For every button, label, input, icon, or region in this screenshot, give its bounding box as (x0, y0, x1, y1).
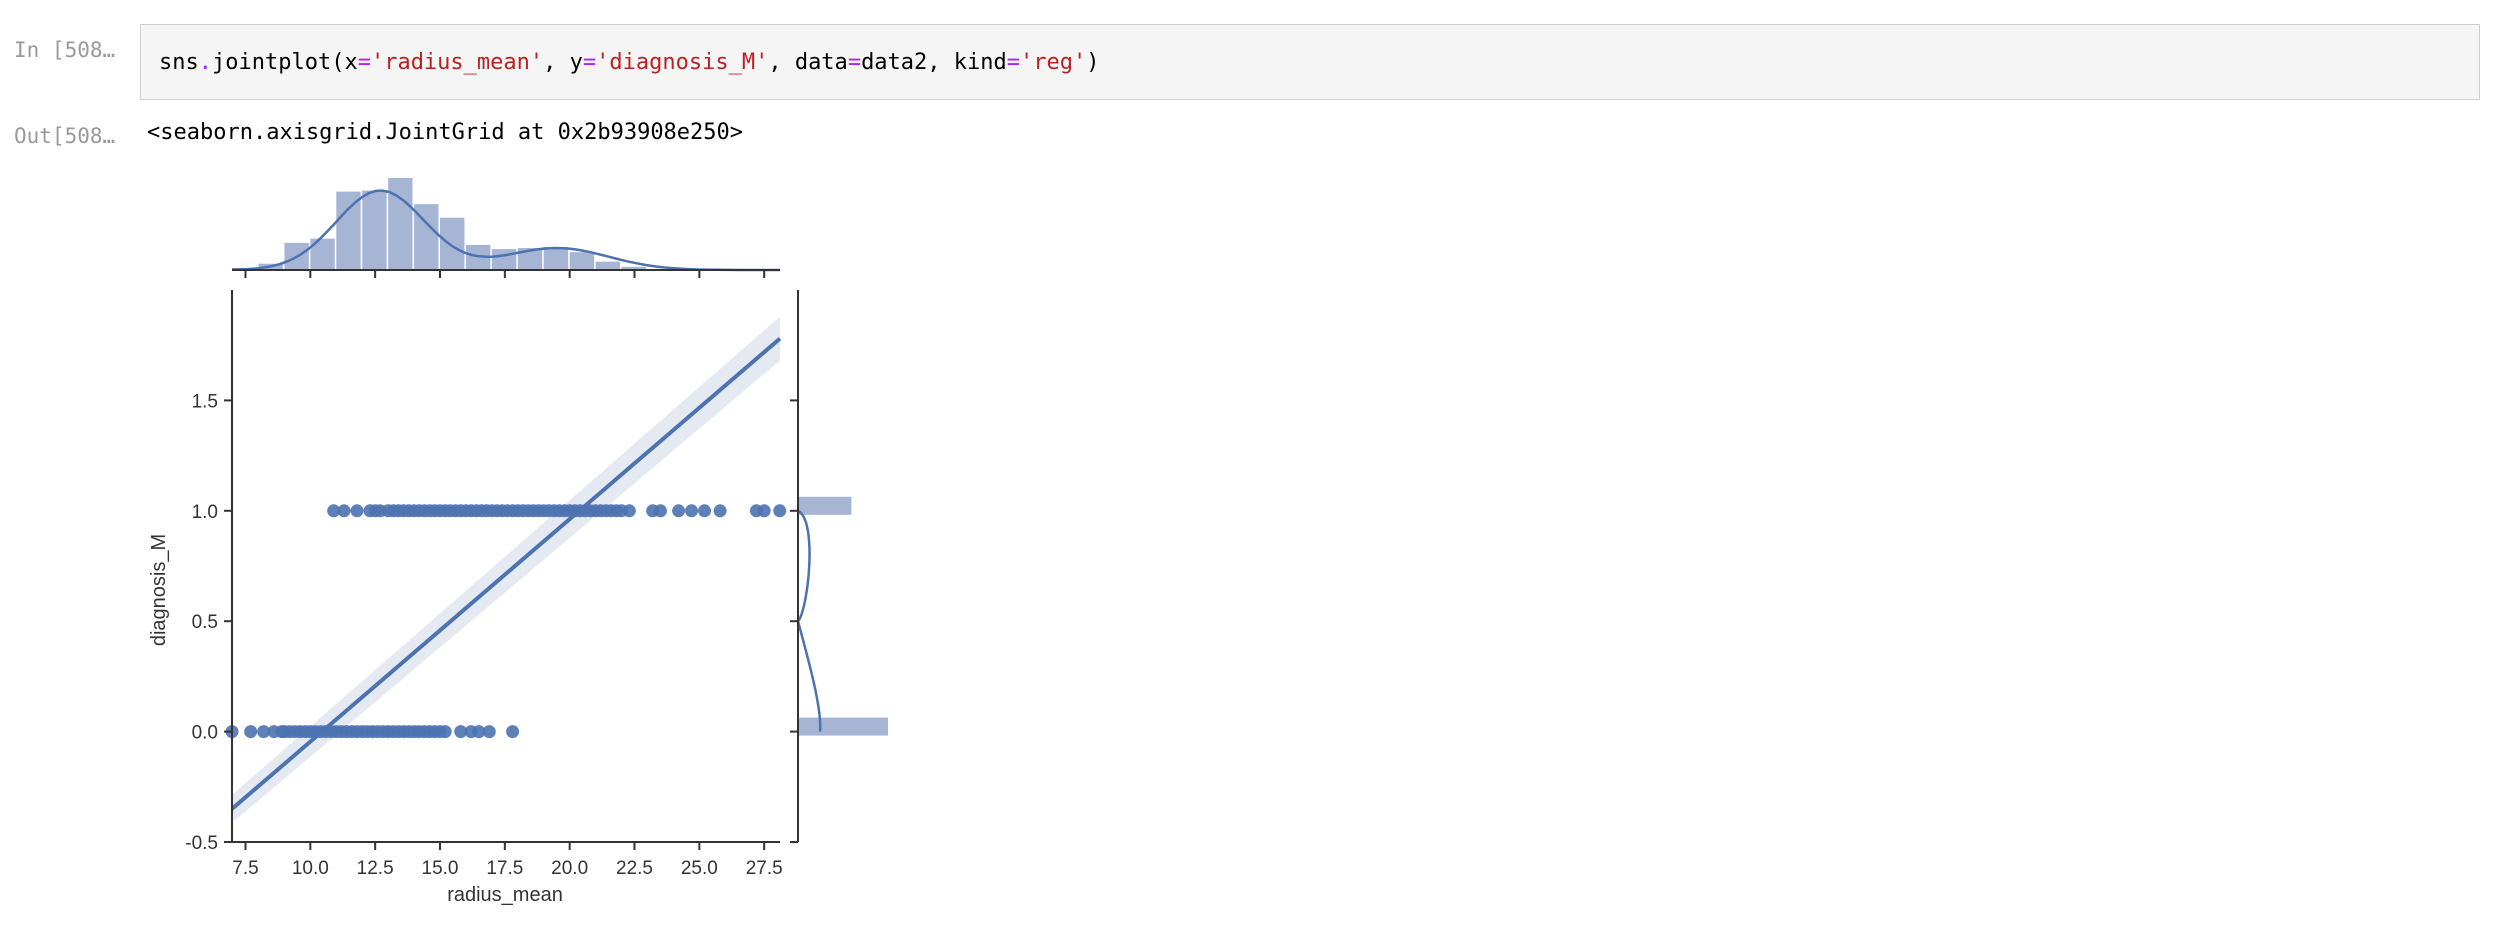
marginal-x-bar (439, 217, 465, 270)
marginal-x-bar (362, 190, 387, 270)
regression-line (230, 337, 782, 811)
y-tick-label: 1.0 (192, 502, 218, 523)
ci-band-layer (232, 316, 780, 823)
scatter-point (622, 504, 636, 518)
scatter-point (773, 504, 787, 518)
x-tick-label: 12.5 (357, 858, 394, 879)
x-tick-label: 15.0 (422, 858, 459, 879)
marginal-x-bar (491, 249, 517, 270)
y-tick-label: 0.0 (192, 723, 218, 744)
scatter-point (438, 725, 452, 739)
points-layer (225, 504, 787, 739)
marginal-x-layer (231, 178, 780, 278)
scatter-point (482, 725, 496, 739)
scatter-point (713, 504, 727, 518)
y-axis-label: diagnosis_M (148, 534, 170, 646)
x-tick-label: 17.5 (486, 858, 523, 879)
jointplot-figure: 7.5 10.0 12.5 15.0 17.5 20.0 22.5 25.0 27.5 -0.5 0… (148, 178, 888, 906)
marginal-x-bar (595, 261, 621, 270)
y-tick-label: -0.5 (185, 833, 218, 854)
marginal-y-layer (790, 290, 888, 843)
x-tick-label: 27.5 (746, 858, 783, 879)
scatter-point (350, 504, 364, 518)
scatter-point (672, 504, 686, 518)
regression-layer (230, 337, 782, 811)
regression-ci-band (232, 316, 780, 823)
scatter-point (757, 504, 771, 518)
scatter-point (653, 504, 667, 518)
scatter-point (685, 504, 699, 518)
marginal-x-bar (336, 191, 361, 270)
marginal-y-kde (796, 509, 822, 732)
marginal-x-bar (569, 252, 595, 270)
scatter-point (244, 725, 258, 739)
x-tick-label: 22.5 (616, 858, 653, 879)
x-tick-label: 10.0 (292, 858, 329, 879)
marginal-y-bar (798, 717, 888, 736)
marginal-x-bar (543, 247, 569, 270)
marginal-x-bar (388, 178, 413, 270)
marginal-y-bar (798, 496, 852, 515)
scatter-point (506, 725, 520, 739)
x-tick-label: 25.0 (681, 858, 718, 879)
x-tick-label: 7.5 (232, 858, 258, 879)
scatter-point (698, 504, 712, 518)
y-tick-label: 1.5 (192, 391, 218, 412)
x-axis-label: radius_mean (447, 884, 563, 906)
scatter-point (337, 504, 351, 518)
y-tick-label: 0.5 (192, 612, 218, 633)
x-tick-label: 20.0 (551, 858, 588, 879)
